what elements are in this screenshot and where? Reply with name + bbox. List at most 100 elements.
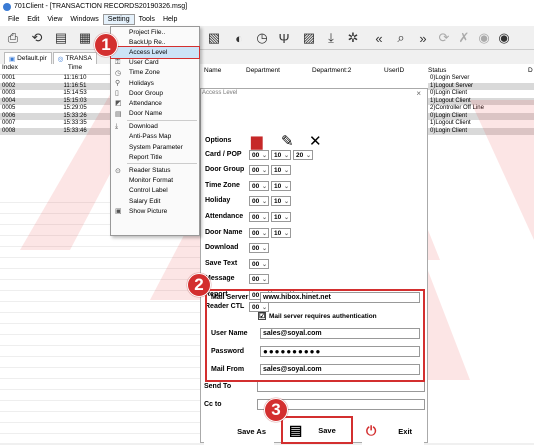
menu-item-attendance[interactable]: ◩ Attendance [111, 98, 199, 108]
column-time[interactable]: Time [46, 64, 102, 74]
record-icon[interactable]: ◉ [475, 29, 493, 47]
menu-item-download[interactable]: ⤓ Download [111, 122, 199, 132]
menu-item-project-file[interactable]: Project File.. [111, 27, 199, 37]
option-label: Options [205, 137, 232, 144]
option-select[interactable]: 20⌄ [293, 150, 313, 160]
option-select[interactable]: 10⌄ [271, 150, 291, 160]
tools-icon: ✕ [309, 133, 322, 150]
send-to-input[interactable] [257, 381, 425, 392]
save-as-button[interactable]: Save As [204, 417, 274, 445]
option-select[interactable]: 00⌄ [249, 243, 269, 253]
chevron-down-icon: ⌄ [261, 153, 267, 159]
moon-icon[interactable]: ◐ [230, 29, 248, 47]
edit-icon[interactable]: ▤ [52, 29, 70, 47]
option-select[interactable]: 00⌄ [249, 165, 269, 175]
menu-item-reader-status[interactable]: ⊙ Reader Status [111, 165, 199, 175]
antenna-icon[interactable]: Ψ [275, 29, 293, 47]
cell-index: 0002 [2, 82, 16, 89]
image-icon[interactable]: ▨ [300, 29, 318, 47]
menu-windows[interactable]: Windows [66, 15, 102, 24]
calendar-icon[interactable]: ▦ [76, 29, 94, 47]
column-d[interactable]: D [528, 67, 533, 74]
option-select[interactable]: 00⌄ [249, 150, 269, 160]
exit-button[interactable]: ⏻ Exit [362, 417, 424, 445]
download-icon[interactable]: ⤓ [322, 29, 340, 47]
option-label: Door Name [205, 229, 243, 236]
gear-icon[interactable]: ✲ [344, 29, 362, 47]
open-folder-icon[interactable]: ⟲ [28, 29, 46, 47]
mail-from-input[interactable]: sales@soyal.com [260, 364, 420, 375]
printer-icon[interactable]: ⎙ [4, 29, 22, 47]
menu-item-holidays[interactable]: ⚲ Holidays [111, 78, 199, 88]
menu-item-backup-re[interactable]: BackUp Re.. [111, 37, 199, 47]
auth-checkbox-label: Mail server requires authentication [269, 312, 377, 320]
stop-icon[interactable]: ◉ [495, 29, 513, 47]
option-select[interactable]: 10⌄ [271, 228, 291, 238]
column-name[interactable]: Name [204, 67, 221, 74]
user-name-input[interactable]: sales@soyal.com [260, 328, 420, 339]
auth-checkbox[interactable]: ☑ [258, 312, 266, 320]
mail-server-input[interactable]: www.hibox.hinet.net [260, 292, 420, 303]
tab-transaction[interactable]: ◎ TRANSA [52, 52, 97, 64]
menu-item-door-name[interactable]: ▤ Door Name [111, 109, 199, 119]
menu-item-user-card[interactable]: ⚿ User Card [111, 58, 199, 68]
column-status[interactable]: Status [428, 67, 446, 74]
status-row[interactable]: 0)Login Server [428, 75, 534, 83]
option-select[interactable]: 10⌄ [271, 181, 291, 191]
forward-icon[interactable]: » [414, 29, 432, 47]
refresh-icon[interactable]: ⟳ [435, 29, 453, 47]
option-select[interactable]: 00⌄ [249, 274, 269, 284]
menu-file[interactable]: File [4, 15, 23, 24]
cell-index: 0004 [2, 97, 16, 104]
menu-item-monitor-format[interactable]: Monitor Format [111, 176, 199, 186]
password-input[interactable]: ●●●●●●●●●● [260, 346, 420, 357]
clock-icon[interactable]: ◷ [253, 29, 271, 47]
chevron-down-icon: ⌄ [283, 153, 289, 159]
menu-help[interactable]: Help [159, 15, 181, 24]
title-bar: 701Client - [TRANSACTION RECORDS20190326… [0, 0, 534, 13]
menu-item-door-group[interactable]: ▯ Door Group [111, 88, 199, 98]
column-department[interactable]: Department [246, 67, 280, 74]
column-userid[interactable]: UserID [384, 67, 404, 74]
option-select[interactable]: 00⌄ [249, 228, 269, 238]
menu-item-time-zone[interactable]: ◷ Time Zone [111, 68, 199, 78]
menu-item-label: User Card [129, 59, 159, 67]
menu-edit[interactable]: Edit [23, 15, 43, 24]
option-select[interactable]: 10⌄ [271, 165, 291, 175]
status-row[interactable]: 0)Login Client [428, 90, 534, 98]
menu-setting[interactable]: Setting [102, 14, 135, 25]
search-icon[interactable]: ⌕ [392, 29, 410, 47]
status-row[interactable]: 2)Controller Off Line [428, 105, 534, 113]
menu-item-system-parameter[interactable]: System Parameter [111, 142, 199, 152]
menu-item-report-title[interactable]: Report Title [111, 152, 199, 162]
rewind-icon[interactable]: « [370, 29, 388, 47]
option-select[interactable]: 00⌄ [249, 259, 269, 269]
status-row[interactable]: 0)Login Client [428, 112, 534, 120]
save-disk-icon[interactable]: ▧ [205, 29, 223, 47]
auth-checkbox-row[interactable]: ☑ Mail server requires authentication [258, 312, 377, 320]
tab-default[interactable]: ▣ Default.pir [4, 52, 52, 64]
close-icon[interactable]: × [416, 89, 421, 98]
status-row[interactable]: 1)Logout Server [428, 82, 534, 90]
menu-item-control-label[interactable]: Control Label [111, 186, 199, 196]
menu-item-salary-edit[interactable]: Salary Edit [111, 196, 199, 206]
status-row[interactable]: 1)Logout Client [428, 120, 534, 128]
save-button[interactable]: ▤ Save [281, 416, 353, 444]
option-select[interactable]: 00⌄ [249, 181, 269, 191]
option-select[interactable]: 10⌄ [271, 196, 291, 206]
menu-tools[interactable]: Tools [135, 15, 159, 24]
menu-item-access-level[interactable]: Access Level [110, 46, 200, 59]
status-row[interactable]: 1)Logout Client [428, 97, 534, 105]
option-select[interactable]: 00⌄ [249, 196, 269, 206]
column-index[interactable]: Index [0, 64, 46, 74]
menu-view[interactable]: View [43, 15, 66, 24]
status-row[interactable]: 0)Login Client [428, 127, 534, 135]
option-select[interactable]: 10⌄ [271, 212, 291, 222]
pin-icon[interactable]: ✗ [455, 29, 473, 47]
tab-icon: ◎ [57, 55, 64, 63]
column-department-2[interactable]: Department:2 [312, 67, 351, 74]
menu-item-icon: ⚿ [115, 58, 121, 66]
menu-item-anti-pass-map[interactable]: Anti-Pass Map [111, 132, 199, 142]
menu-item-show-picture[interactable]: ▣ Show Picture [111, 206, 199, 216]
option-select[interactable]: 00⌄ [249, 212, 269, 222]
